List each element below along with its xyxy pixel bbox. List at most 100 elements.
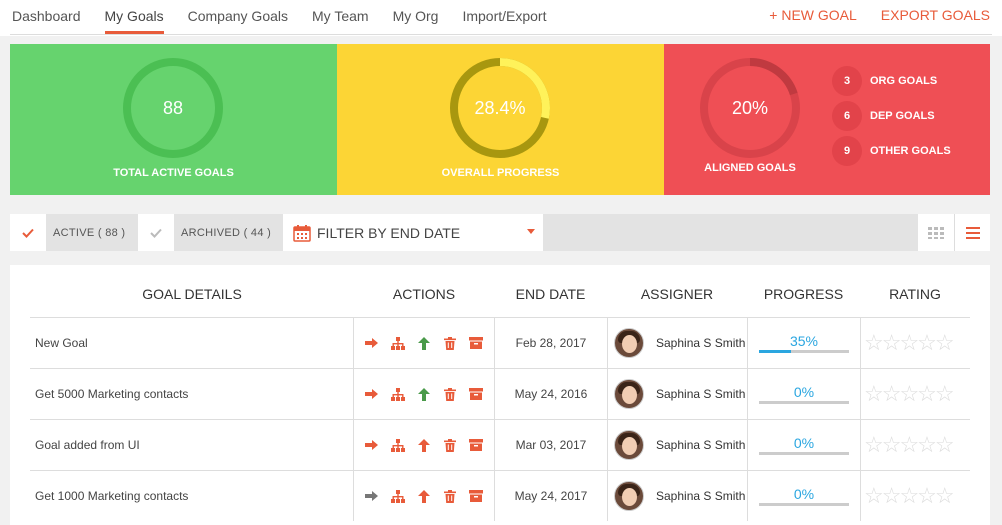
rating-stars[interactable]: ☆☆☆☆☆ — [860, 420, 970, 470]
calendar-icon — [293, 224, 311, 242]
end-date-filter-label: FILTER BY END DATE — [317, 224, 461, 241]
hierarchy-icon[interactable] — [385, 336, 411, 350]
archive-icon[interactable] — [463, 439, 489, 451]
tab-import-export[interactable]: Import/Export — [462, 0, 546, 34]
progress-value: 0% — [793, 384, 815, 400]
end-date-filter-dropdown[interactable]: FILTER BY END DATE — [283, 214, 543, 251]
tab-dashboard[interactable]: Dashboard — [12, 0, 81, 34]
assigner[interactable]: Saphina S Smith — [607, 369, 747, 419]
hierarchy-icon[interactable] — [385, 489, 411, 503]
check-icon — [22, 228, 34, 238]
stats-panels: 88 TOTAL ACTIVE GOALS 28.4% OVERALL PROG… — [10, 44, 990, 195]
trash-icon[interactable] — [437, 438, 463, 452]
checkin-icon[interactable] — [359, 388, 385, 400]
table-row[interactable]: New Goal Feb 28, 2017 Saphina S Smith 35… — [30, 317, 970, 368]
filter-bar: ACTIVE ( 88 ) ARCHIVED ( 44 ) FILTER BY … — [10, 214, 990, 251]
active-filter-checkbox[interactable] — [10, 214, 46, 251]
total-active-goals-panel: 88 TOTAL ACTIVE GOALS — [10, 44, 337, 195]
nav-divider — [10, 34, 992, 35]
hierarchy-icon[interactable] — [385, 387, 411, 401]
top-navigation: Dashboard My Goals Company Goals My Team… — [0, 0, 1002, 36]
row-actions — [353, 420, 494, 470]
goal-name[interactable]: Goal added from UI — [35, 420, 140, 470]
view-toggle — [918, 214, 990, 251]
total-active-goals-value: 88 — [162, 97, 184, 118]
archived-filter-checkbox[interactable] — [138, 214, 174, 251]
grid-view-button[interactable] — [918, 214, 954, 251]
progress-bar — [759, 452, 849, 455]
arrow-up-icon[interactable] — [411, 438, 437, 452]
end-date: Mar 03, 2017 — [494, 420, 607, 470]
other-goals-item[interactable]: 9 OTHER GOALS — [832, 133, 951, 168]
progress-value: 35% — [789, 333, 819, 349]
assigner[interactable]: Saphina S Smith — [607, 318, 747, 368]
new-goal-button[interactable]: + NEW GOAL — [769, 7, 857, 23]
grid-icon — [928, 226, 944, 239]
header-goal-details: GOAL DETAILS — [142, 286, 242, 302]
checkin-icon[interactable] — [359, 337, 385, 349]
goal-name[interactable]: Get 5000 Marketing contacts — [35, 369, 188, 419]
rating-stars[interactable]: ☆☆☆☆☆ — [860, 471, 970, 521]
tab-my-team[interactable]: My Team — [312, 0, 369, 34]
goals-table: GOAL DETAILS ACTIONS END DATE ASSIGNER P… — [10, 265, 990, 525]
archive-icon[interactable] — [463, 388, 489, 400]
archived-filter-tab[interactable]: ARCHIVED ( 44 ) — [174, 214, 283, 251]
dep-goals-label: DEP GOALS — [870, 109, 935, 122]
aligned-goals-caption: ALIGNED GOALS — [704, 162, 796, 174]
aligned-breakdown: 3 ORG GOALS 6 DEP GOALS 9 OTHER GOALS — [832, 63, 951, 168]
trash-icon[interactable] — [437, 489, 463, 503]
progress-bar — [759, 350, 849, 353]
overall-progress-panel: 28.4% OVERALL PROGRESS — [337, 44, 664, 195]
header-end-date: END DATE — [515, 286, 586, 302]
archive-icon[interactable] — [463, 337, 489, 349]
chevron-down-icon — [527, 229, 535, 234]
goal-name[interactable]: Get 1000 Marketing contacts — [35, 471, 188, 521]
trash-icon[interactable] — [437, 387, 463, 401]
overall-progress-value: 28.4% — [474, 97, 526, 118]
assigner[interactable]: Saphina S Smith — [607, 471, 747, 521]
progress-cell: 35% — [747, 318, 860, 368]
table-row[interactable]: Goal added from UI Mar 03, 2017 Saphina … — [30, 419, 970, 470]
row-actions — [353, 471, 494, 521]
arrow-up-icon[interactable] — [411, 336, 437, 350]
assigner-name: Saphina S Smith — [656, 489, 746, 503]
org-goals-count: 3 — [832, 65, 862, 96]
rating-stars[interactable]: ☆☆☆☆☆ — [860, 369, 970, 419]
tab-my-org[interactable]: My Org — [393, 0, 439, 34]
active-filter-tab[interactable]: ACTIVE ( 88 ) — [46, 214, 138, 251]
avatar — [614, 379, 644, 409]
aligned-goals-ring: 20% — [699, 57, 801, 159]
nav-tabs: Dashboard My Goals Company Goals My Team… — [12, 0, 570, 34]
progress-bar — [759, 503, 849, 506]
org-goals-item[interactable]: 3 ORG GOALS — [832, 63, 951, 98]
tab-my-goals[interactable]: My Goals — [104, 0, 164, 34]
checkin-icon[interactable] — [359, 439, 385, 451]
arrow-up-icon[interactable] — [411, 387, 437, 401]
dep-goals-item[interactable]: 6 DEP GOALS — [832, 98, 951, 133]
rating-stars[interactable]: ☆☆☆☆☆ — [860, 318, 970, 368]
table-row[interactable]: Get 1000 Marketing contacts May 24, 2017… — [30, 470, 970, 521]
hierarchy-icon[interactable] — [385, 438, 411, 452]
header-rating: RATING — [889, 286, 941, 302]
dep-goals-count: 6 — [832, 100, 862, 131]
checkin-icon[interactable] — [359, 490, 385, 502]
assigner-name: Saphina S Smith — [656, 336, 746, 350]
end-date: Feb 28, 2017 — [494, 318, 607, 368]
goal-name[interactable]: New Goal — [35, 318, 88, 368]
row-actions — [353, 318, 494, 368]
nav-actions: + NEW GOAL EXPORT GOALS — [745, 7, 990, 23]
overall-progress-caption: OVERALL PROGRESS — [441, 167, 560, 179]
table-row[interactable]: Get 5000 Marketing contacts May 24, 2016… — [30, 368, 970, 419]
list-view-button[interactable] — [954, 214, 990, 251]
tab-company-goals[interactable]: Company Goals — [188, 0, 288, 34]
trash-icon[interactable] — [437, 336, 463, 350]
export-goals-button[interactable]: EXPORT GOALS — [881, 7, 990, 23]
assigner-name: Saphina S Smith — [656, 387, 746, 401]
assigner[interactable]: Saphina S Smith — [607, 420, 747, 470]
progress-bar-fill — [759, 350, 791, 353]
avatar — [614, 481, 644, 511]
progress-value: 0% — [793, 486, 815, 502]
progress-cell: 0% — [747, 471, 860, 521]
arrow-up-icon[interactable] — [411, 489, 437, 503]
archive-icon[interactable] — [463, 490, 489, 502]
